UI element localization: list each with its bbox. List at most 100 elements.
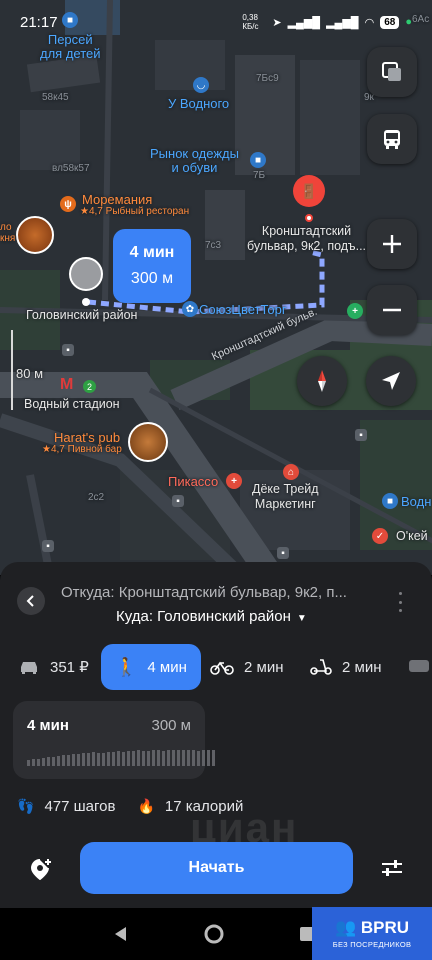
shop-icon[interactable]: ■ [382,493,398,509]
elevation-bar [142,751,145,766]
elevation-bar [67,755,70,766]
elevation-bar [107,752,110,766]
elevation-bar [47,757,50,766]
car-icon [21,662,37,674]
metro-label[interactable]: Водный стадион [24,397,120,411]
elevation-bar [122,752,125,766]
elevation-bar [172,750,175,766]
mode-walk[interactable]: 🚶 4 мин [101,644,201,690]
bus-stop-icon[interactable]: ▪ [277,547,289,559]
back-button[interactable] [17,587,45,615]
start-button[interactable]: Начать [80,842,353,894]
house-number: 7Б [253,170,266,181]
zoom-out-button[interactable] [367,285,417,335]
map-view[interactable]: 21:17 0,38 КБ/с ➤ ▂▄▆█ ▂▄▆█ ◠ 68 ● ■ Пер… [0,0,432,575]
mode-transit[interactable] [408,644,430,690]
route-option-card[interactable]: 4 мин 300 м [13,701,215,779]
sliders-icon[interactable] [381,858,403,878]
origin-label[interactable]: Головинский район [26,308,137,322]
bus-stop-icon[interactable]: ▪ [62,344,74,356]
mode-walk-label: 4 мин [147,658,187,676]
more-menu-button[interactable] [394,588,406,616]
route-callout[interactable]: 4 мин 300 м [113,229,191,303]
okey-icon[interactable]: ✓ [372,528,388,544]
elevation-bar [32,759,35,766]
elevation-bar [97,753,100,766]
bus-stop-icon[interactable]: ▪ [355,429,367,441]
plus-icon [383,235,401,253]
elevation-bar [147,751,150,766]
house-number: 2с2 [88,492,105,503]
dest-marker[interactable]: 🚪 [293,175,325,207]
transport-modes: 351 ₽ 🚶 4 мин 2 мин 2 мин [0,644,432,690]
house-number: 6Ас [412,14,430,25]
dest-dot [305,214,313,222]
poi-soyuz[interactable]: СоюзЦветТорг [199,302,287,317]
elevation-bar [72,754,75,766]
back-triangle-icon[interactable] [112,925,130,943]
poi-u-vodnogo[interactable]: У Водного [168,96,229,111]
transit-button[interactable] [367,114,417,164]
flower-icon[interactable]: ✿ [182,301,198,317]
house-number: 7Бс9 [256,73,279,84]
pharmacy-icon[interactable]: + [347,303,363,319]
compass-button[interactable] [297,356,347,406]
flame-icon: 🔥 [137,798,155,814]
home-icon[interactable]: ⌂ [283,464,299,480]
elevation-bar [207,750,210,766]
elevation-bar [157,750,160,766]
poi-harats-rating: ★4,7 Пивной бар [42,444,122,455]
dest-label[interactable]: Кронштадтский бульвар, 9к2, подъ... [247,224,366,254]
mode-scooter-label: 2 мин [342,658,382,676]
badge-title-text: BPRU [360,918,410,937]
elevation-bar [62,755,65,766]
bus-icon [384,130,400,149]
mode-bike-label: 2 мин [244,658,284,676]
basket-icon[interactable]: ◡ [193,77,209,93]
elevation-bar [202,750,205,766]
elevation-bar [87,753,90,766]
scooter-icon [310,659,332,675]
food-photo[interactable] [128,422,168,462]
add-waypoint-icon[interactable] [30,858,52,880]
layers-button[interactable] [367,47,417,97]
poi-okey[interactable]: О'кей [396,529,428,543]
metro-icon[interactable]: M [60,376,73,394]
dot-icon: ● [405,16,412,28]
poi-vodn[interactable]: Водн [401,494,431,509]
bag-icon[interactable]: ■ [250,152,266,168]
origin-marker[interactable] [69,257,103,291]
bus-stop-icon[interactable]: ▪ [172,495,184,507]
callout-distance: 300 м [130,270,174,287]
route-to[interactable]: Куда: Головинский район ▼ [116,608,307,625]
bus-icon [409,660,429,672]
mode-bike[interactable]: 2 мин [210,644,284,690]
status-right: 0,38 КБ/с ➤ ▂▄▆█ ▂▄▆█ ◠ 68 ● [242,13,412,31]
bus-stop-icon[interactable]: ▪ [42,540,54,552]
my-location-button[interactable] [366,356,416,406]
poi-rynok[interactable]: Рынок одежды и обуви [150,147,239,175]
route-from[interactable]: Откуда: Кронштадтский бульвар, 9к2, п... [61,584,347,601]
poi-moremania[interactable]: Моремания [82,192,152,207]
plus-icon[interactable]: + [226,473,242,489]
poi-deke[interactable]: Дёке Трейд Маркетинг [252,482,319,512]
poi-partial-left: ло кня [0,222,16,244]
zoom-in-button[interactable] [367,219,417,269]
house-number: вл58к57 [52,163,90,174]
food-photo[interactable] [16,216,54,254]
poi-picasso[interactable]: Пикассо [168,474,218,489]
elevation-bar [152,750,155,766]
badge-subtitle: БЕЗ ПОСРЕДНИКОВ [332,940,412,949]
poi-persey[interactable]: Персей для детей [40,33,101,61]
route-time: 4 мин [27,717,69,734]
scale-label: 80 м [16,366,44,381]
mode-scooter[interactable]: 2 мин [310,644,382,690]
elevation-bar [42,758,45,766]
mode-taxi[interactable]: 351 ₽ [18,644,89,690]
shop-icon[interactable]: ■ [62,12,78,28]
home-circle-icon[interactable] [203,923,225,945]
elevation-bar [92,752,95,766]
bpru-badge: 👥 BPRU БЕЗ ПОСРЕДНИКОВ [312,907,432,960]
poi-harats[interactable]: Harat's pub [54,430,120,445]
restaurant-icon[interactable]: ψ [60,196,76,212]
